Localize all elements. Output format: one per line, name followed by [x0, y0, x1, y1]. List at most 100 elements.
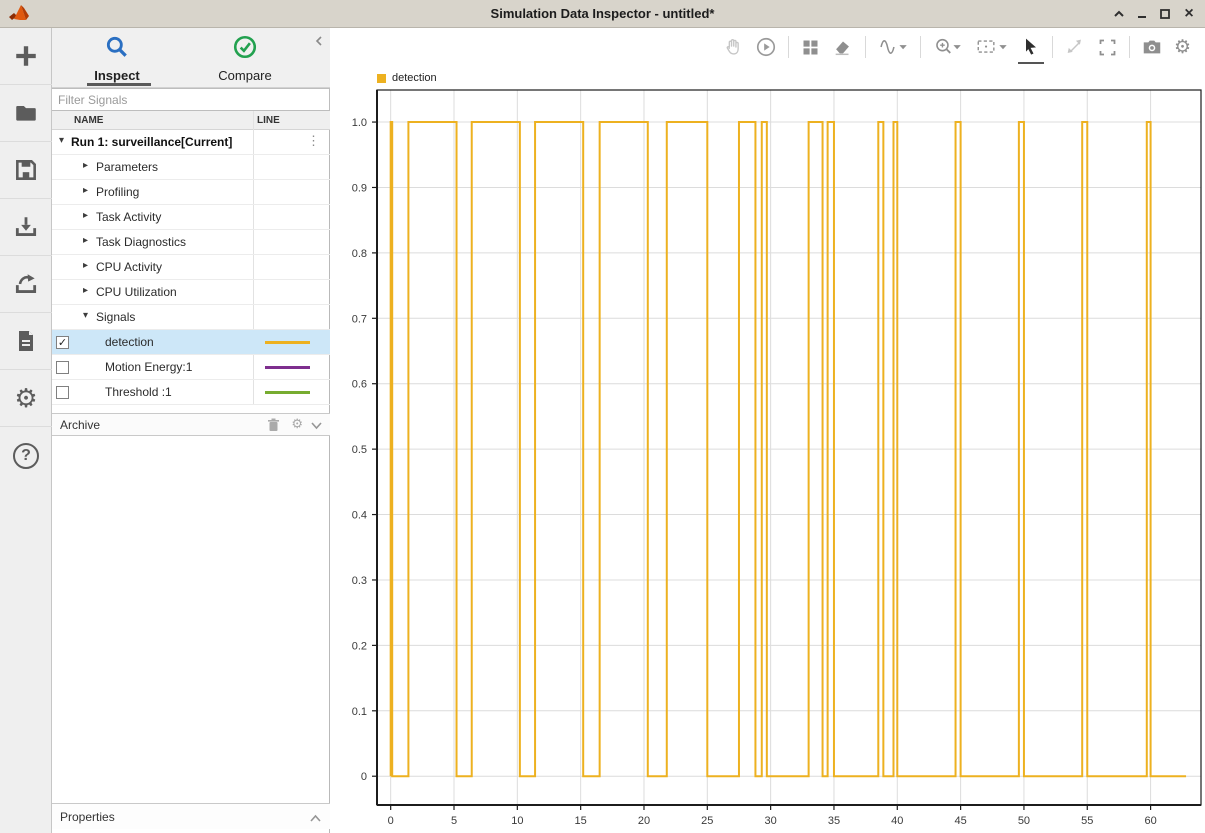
plot-canvas[interactable]: 05101520253035404550556000.10.20.30.40.5…: [330, 66, 1205, 833]
signal-row[interactable]: ✓ detection: [52, 330, 330, 355]
gear-icon: ⚙: [14, 385, 37, 411]
minimize-button[interactable]: [1132, 4, 1152, 24]
gear-icon[interactable]: ⚙: [291, 416, 303, 432]
collapsed-triangle-icon[interactable]: ▸: [83, 160, 88, 171]
collapsed-triangle-icon[interactable]: ▸: [83, 185, 88, 196]
chevron-up-icon[interactable]: [309, 812, 322, 830]
subplots-grid-button[interactable]: [800, 37, 821, 58]
tab-inspect[interactable]: Inspect: [57, 34, 177, 83]
window-title: Simulation Data Inspector - untitled*: [0, 6, 1205, 21]
signal-checkbox[interactable]: [56, 361, 69, 374]
signal-label: detection: [105, 335, 154, 349]
svg-text:0.6: 0.6: [352, 379, 367, 391]
svg-text:35: 35: [828, 815, 840, 827]
tree-row-group[interactable]: ▸Task Diagnostics: [52, 230, 330, 255]
line-style-swatch: [265, 341, 310, 344]
export-icon: [13, 271, 39, 297]
trash-icon[interactable]: [267, 418, 280, 437]
signal-row[interactable]: Motion Energy:1: [52, 355, 330, 380]
preferences-button[interactable]: ⚙: [0, 370, 52, 427]
tree-row-run[interactable]: ▾ Run 1: surveillance[Current] ⋮: [52, 130, 330, 155]
play-circle-icon: [755, 36, 777, 58]
active-tool-underline: [1018, 62, 1044, 64]
check-circle-icon: [232, 34, 258, 60]
save-button[interactable]: [0, 142, 52, 199]
maximize-button[interactable]: [1155, 4, 1175, 24]
signal-tree: ▾ Run 1: surveillance[Current] ⋮ ▸ Parame…: [52, 130, 330, 405]
pointer-button[interactable]: [1021, 36, 1041, 58]
group-label: Parameters: [96, 160, 158, 174]
tree-row-group[interactable]: ▸ CPU Activity: [52, 255, 330, 280]
import-icon: [13, 214, 39, 240]
toolbar-divider: [1129, 36, 1130, 58]
svg-text:1.0: 1.0: [352, 117, 367, 129]
svg-text:0.9: 0.9: [352, 182, 367, 194]
expand-button[interactable]: [1064, 36, 1086, 58]
collapse-window-button[interactable]: [1109, 4, 1129, 24]
snapshot-button[interactable]: [1141, 36, 1163, 58]
search-icon: [104, 34, 130, 60]
grid-icon: [800, 37, 821, 58]
svg-text:60: 60: [1144, 815, 1156, 827]
document-icon: [14, 328, 38, 354]
svg-text:0.7: 0.7: [352, 313, 367, 325]
clear-subplot-button[interactable]: [832, 36, 854, 58]
tree-row-group[interactable]: ▸Profiling: [52, 180, 330, 205]
archive-section[interactable]: Archive ⚙: [52, 413, 330, 436]
close-button[interactable]: ×: [1179, 4, 1199, 24]
kebab-menu-icon[interactable]: ⋮: [307, 133, 320, 149]
column-name: NAME: [74, 115, 103, 126]
svg-text:20: 20: [638, 815, 650, 827]
add-run-button[interactable]: [0, 28, 52, 85]
create-report-button[interactable]: [0, 313, 52, 370]
expand-triangle-icon[interactable]: ▾: [59, 135, 64, 146]
collapsed-triangle-icon[interactable]: ▸: [83, 285, 88, 296]
import-button[interactable]: [0, 199, 52, 256]
signal-label: Threshold :1: [105, 385, 172, 399]
tree-row-group[interactable]: ▸Task Activity: [52, 205, 330, 230]
chart-settings-button[interactable]: ⚙: [1174, 38, 1191, 57]
svg-text:10: 10: [511, 815, 523, 827]
svg-text:30: 30: [765, 815, 777, 827]
svg-text:0.1: 0.1: [352, 706, 367, 718]
svg-text:0.2: 0.2: [352, 640, 367, 652]
open-button[interactable]: [0, 85, 52, 142]
tree-row-group[interactable]: ▸ CPU Utilization: [52, 280, 330, 305]
replay-button[interactable]: [755, 36, 777, 58]
collapsed-triangle-icon[interactable]: ▸: [83, 210, 88, 221]
cursor-icon: [1021, 36, 1041, 58]
collapsed-triangle-icon[interactable]: ▸: [83, 235, 88, 246]
properties-label: Properties: [60, 810, 115, 824]
svg-text:40: 40: [891, 815, 903, 827]
signal-options-button[interactable]: [877, 36, 909, 58]
tree-row-group[interactable]: ▸ Parameters: [52, 155, 330, 180]
fit-to-view-button[interactable]: [974, 36, 1010, 58]
tab-compare[interactable]: Compare: [185, 34, 305, 83]
svg-text:0.3: 0.3: [352, 575, 367, 587]
zoom-button[interactable]: [932, 36, 963, 58]
group-label: CPU Utilization: [96, 285, 177, 299]
signal-checkbox[interactable]: ✓: [56, 336, 69, 349]
toolbar-divider: [1052, 36, 1053, 58]
pan-button[interactable]: [722, 36, 744, 58]
plus-icon: [13, 43, 39, 69]
chevron-down-icon[interactable]: [310, 418, 323, 437]
folder-icon: [13, 100, 39, 126]
table-header: NAME LINE: [52, 111, 330, 130]
collapse-sidebar-button[interactable]: [312, 34, 326, 48]
signal-row[interactable]: Threshold :1: [52, 380, 330, 405]
fullscreen-button[interactable]: [1097, 37, 1118, 58]
signal-checkbox[interactable]: [56, 386, 69, 399]
group-label: CPU Activity: [96, 260, 162, 274]
export-button[interactable]: [0, 256, 52, 313]
filter-signals-input[interactable]: [52, 88, 330, 111]
left-toolstrip: ⚙ ?: [0, 28, 52, 833]
help-button[interactable]: ?: [0, 427, 52, 484]
expand-triangle-icon[interactable]: ▾: [83, 310, 88, 321]
tree-row-signals-group[interactable]: ▾ Signals: [52, 305, 330, 330]
save-icon: [13, 157, 39, 183]
collapsed-triangle-icon[interactable]: ▸: [83, 260, 88, 271]
properties-section[interactable]: Properties: [52, 803, 330, 829]
svg-text:15: 15: [575, 815, 587, 827]
svg-text:0: 0: [361, 771, 367, 783]
